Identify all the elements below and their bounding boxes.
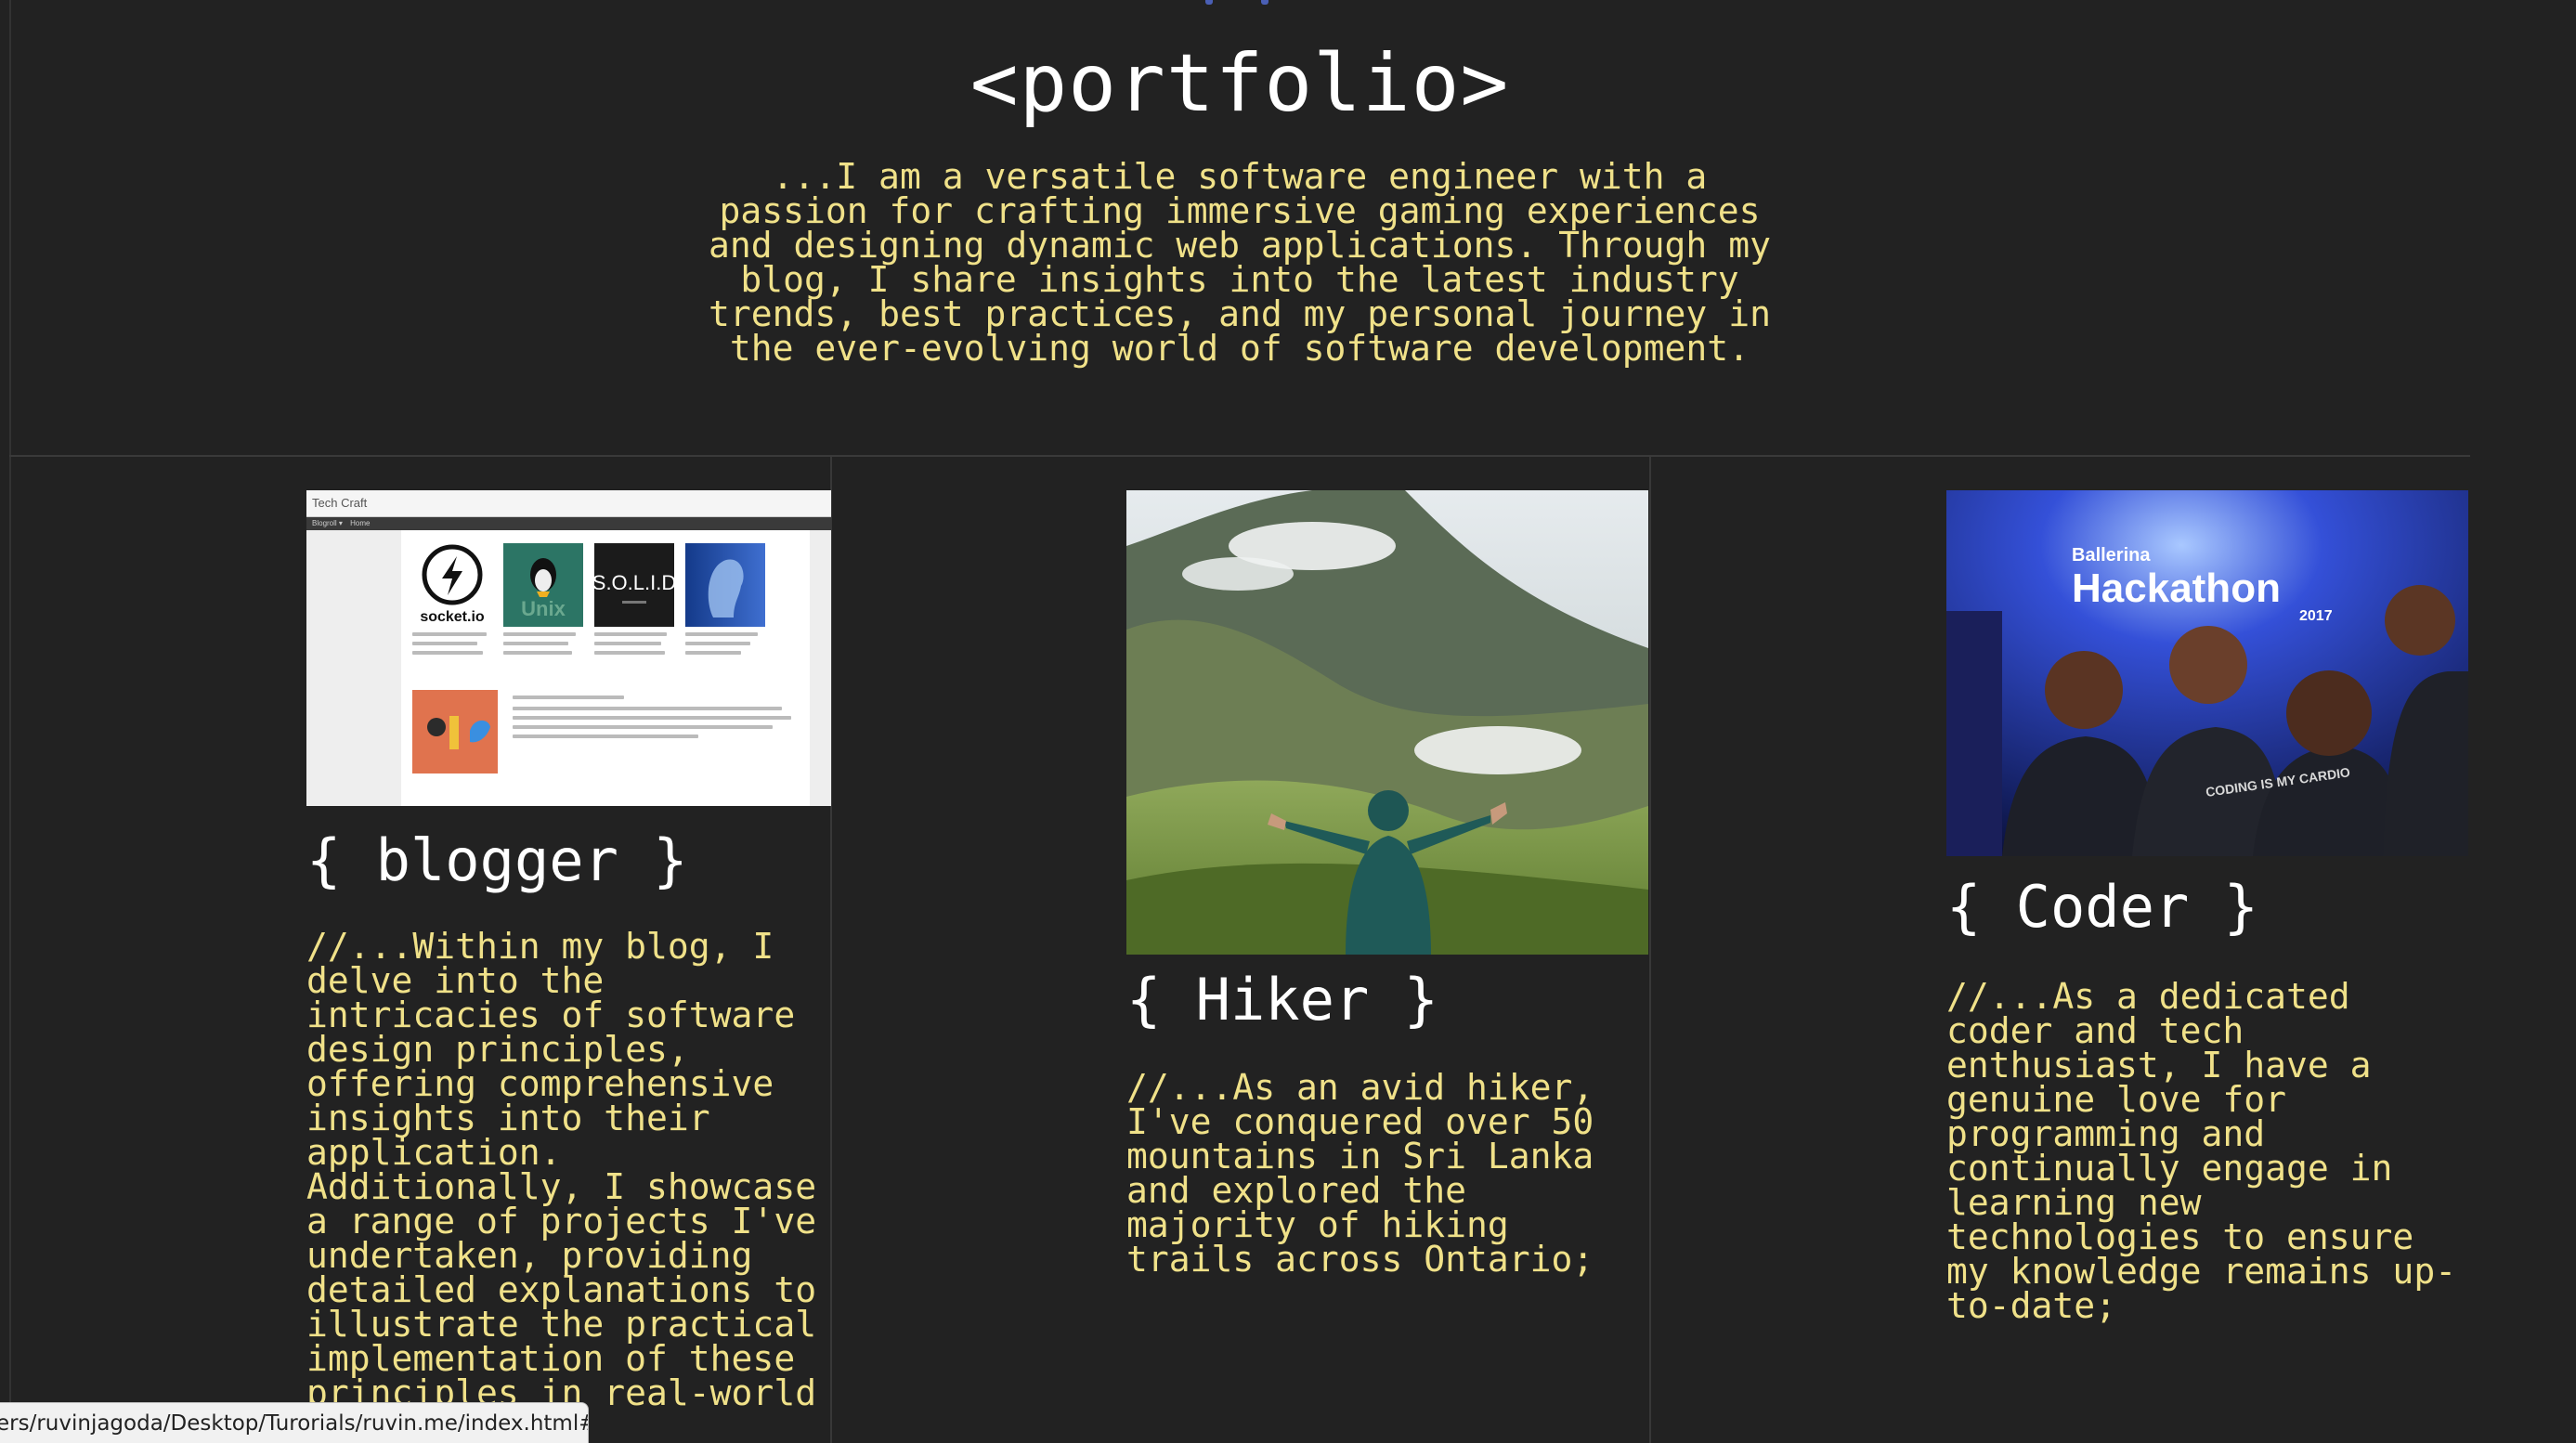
blog-site-title: Tech Craft bbox=[312, 496, 368, 510]
blog-screenshot-image: Tech Craft Blogroll ▾ Home socket.io Uni… bbox=[306, 490, 831, 806]
top-nav-indicator bbox=[1205, 0, 1289, 6]
socketio-logo-icon: socket.io bbox=[420, 544, 485, 625]
coder-text: //...As a dedicated coder and tech enthu… bbox=[1946, 976, 2457, 1326]
tile-label: socket.io bbox=[420, 609, 485, 625]
ai-head-icon bbox=[685, 543, 765, 627]
status-url: ers/ruvinjagoda/Desktop/Turorials/ruvin.… bbox=[0, 1411, 589, 1436]
blog-tile-unix: Unix bbox=[503, 543, 583, 627]
blog-tile-solid: S.O.L.I.D bbox=[592, 543, 676, 627]
hiker-text: //...As an avid hiker, I've conquered ov… bbox=[1126, 1067, 1594, 1280]
tile-label: Unix bbox=[521, 597, 566, 620]
blog-tile-ai bbox=[685, 543, 765, 627]
hiker-photo-image bbox=[1126, 490, 1648, 955]
column-divider bbox=[1649, 457, 1651, 1443]
hiker-photo bbox=[1126, 490, 1648, 955]
hiker-card: { Hiker } //...As an avid hiker, I've co… bbox=[1126, 490, 1648, 1277]
coder-card: Ballerina Hackathon 2017 CODING IS MY CA… bbox=[1946, 490, 2468, 1323]
blog-tile-socketio: socket.io bbox=[412, 543, 492, 627]
blogger-card: Tech Craft Blogroll ▾ Home socket.io Uni… bbox=[306, 490, 831, 1410]
hiker-title: { Hiker } bbox=[1126, 966, 1438, 1034]
intro-text: ...I am a versatile software engineer wi… bbox=[709, 156, 1771, 369]
penguin-icon: Unix bbox=[503, 543, 583, 627]
banner-brand: Ballerina bbox=[2072, 545, 2151, 566]
solid-logo-icon: S.O.L.I.D bbox=[592, 543, 676, 627]
blog-browser-bar: Tech Craft bbox=[306, 490, 831, 517]
blog-page: socket.io Unix S.O.L.I.D bbox=[401, 530, 810, 806]
twitter-bird-icon bbox=[412, 690, 498, 774]
banner-word: Hackathon bbox=[2072, 566, 2281, 611]
coder-title: { Coder } bbox=[1946, 873, 2258, 941]
coder-photo-image: Ballerina Hackathon 2017 CODING IS MY CA… bbox=[1946, 490, 2468, 856]
banner-year: 2017 bbox=[2299, 608, 2333, 624]
blog-nav-item: Blogroll ▾ bbox=[312, 519, 343, 527]
blog-tile-twitter bbox=[412, 690, 498, 774]
left-border bbox=[9, 0, 11, 1443]
blogger-title: { blogger } bbox=[306, 826, 688, 894]
browser-status-bar: ers/ruvinjagoda/Desktop/Turorials/ruvin.… bbox=[0, 1402, 589, 1443]
tile-label: S.O.L.I.D bbox=[594, 571, 674, 594]
blog-nav: Blogroll ▾ Home bbox=[306, 517, 831, 530]
blog-nav-item: Home bbox=[350, 519, 371, 527]
page-title: <portfolio> bbox=[969, 37, 1510, 130]
blogger-text: //...Within my blog, I delve into the in… bbox=[306, 926, 817, 1413]
section-divider bbox=[9, 455, 2470, 457]
hackathon-photo: Ballerina Hackathon 2017 CODING IS MY CA… bbox=[1946, 490, 2468, 856]
